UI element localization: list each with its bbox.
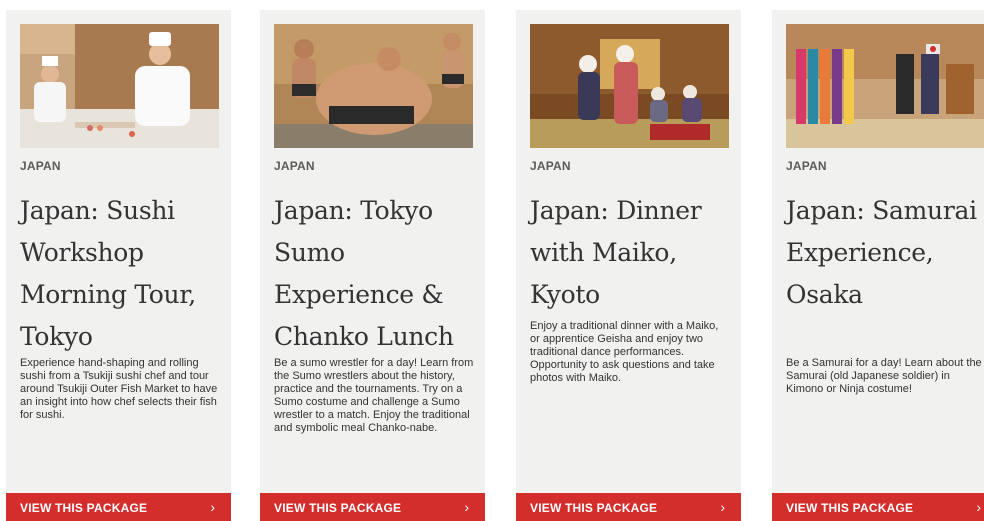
chevron-right-icon: ›	[210, 499, 215, 515]
view-package-label: VIEW THIS PACKAGE	[20, 501, 148, 515]
samurai-experience-photo	[786, 24, 984, 148]
card-description: Be a Samurai for a day! Learn about the …	[786, 357, 982, 395]
card-region: JAPAN	[530, 159, 571, 173]
card-region: JAPAN	[274, 159, 315, 173]
card-image-maiko-performance[interactable]	[530, 24, 729, 148]
package-card-maiko: JAPAN Japan: Dinner with Maiko, Kyoto En…	[516, 10, 741, 521]
package-card-sushi: JAPAN Japan: Sushi Workshop Morning Tour…	[6, 10, 231, 521]
chevron-right-icon: ›	[464, 499, 469, 515]
card-title[interactable]: Japan: Samurai Experience, Osaka	[786, 190, 984, 316]
view-package-label: VIEW THIS PACKAGE	[274, 501, 402, 515]
view-package-button[interactable]: VIEW THIS PACKAGE ›	[516, 493, 741, 521]
view-package-button[interactable]: VIEW THIS PACKAGE ›	[772, 493, 984, 521]
card-region: JAPAN	[786, 159, 827, 173]
view-package-button[interactable]: VIEW THIS PACKAGE ›	[260, 493, 485, 521]
card-title[interactable]: Japan: Dinner with Maiko, Kyoto	[530, 190, 735, 316]
card-image-samurai-costumes[interactable]	[786, 24, 984, 148]
view-package-button[interactable]: VIEW THIS PACKAGE ›	[6, 493, 231, 521]
card-title[interactable]: Japan: Sushi Workshop Morning Tour, Toky…	[20, 190, 225, 358]
card-image-sumo-wrestlers[interactable]	[274, 24, 473, 148]
card-title[interactable]: Japan: Tokyo Sumo Experience & Chanko Lu…	[274, 190, 479, 358]
package-card-samurai: JAPAN Japan: Samurai Experience, Osaka B…	[772, 10, 984, 521]
card-region: JAPAN	[20, 159, 61, 173]
chevron-right-icon: ›	[720, 499, 725, 515]
sumo-experience-photo	[274, 24, 473, 148]
card-image-sushi-chefs[interactable]	[20, 24, 219, 148]
chevron-right-icon: ›	[976, 499, 981, 515]
package-card-sumo: JAPAN Japan: Tokyo Sumo Experience & Cha…	[260, 10, 485, 521]
maiko-dinner-photo	[530, 24, 729, 148]
view-package-label: VIEW THIS PACKAGE	[786, 501, 914, 515]
card-description: Enjoy a traditional dinner with a Maiko,…	[530, 320, 719, 384]
sushi-workshop-photo	[20, 24, 219, 148]
view-package-label: VIEW THIS PACKAGE	[530, 501, 658, 515]
card-description: Experience hand-shaping and rolling sush…	[20, 357, 218, 421]
card-description: Be a sumo wrestler for a day! Learn from…	[274, 357, 474, 434]
